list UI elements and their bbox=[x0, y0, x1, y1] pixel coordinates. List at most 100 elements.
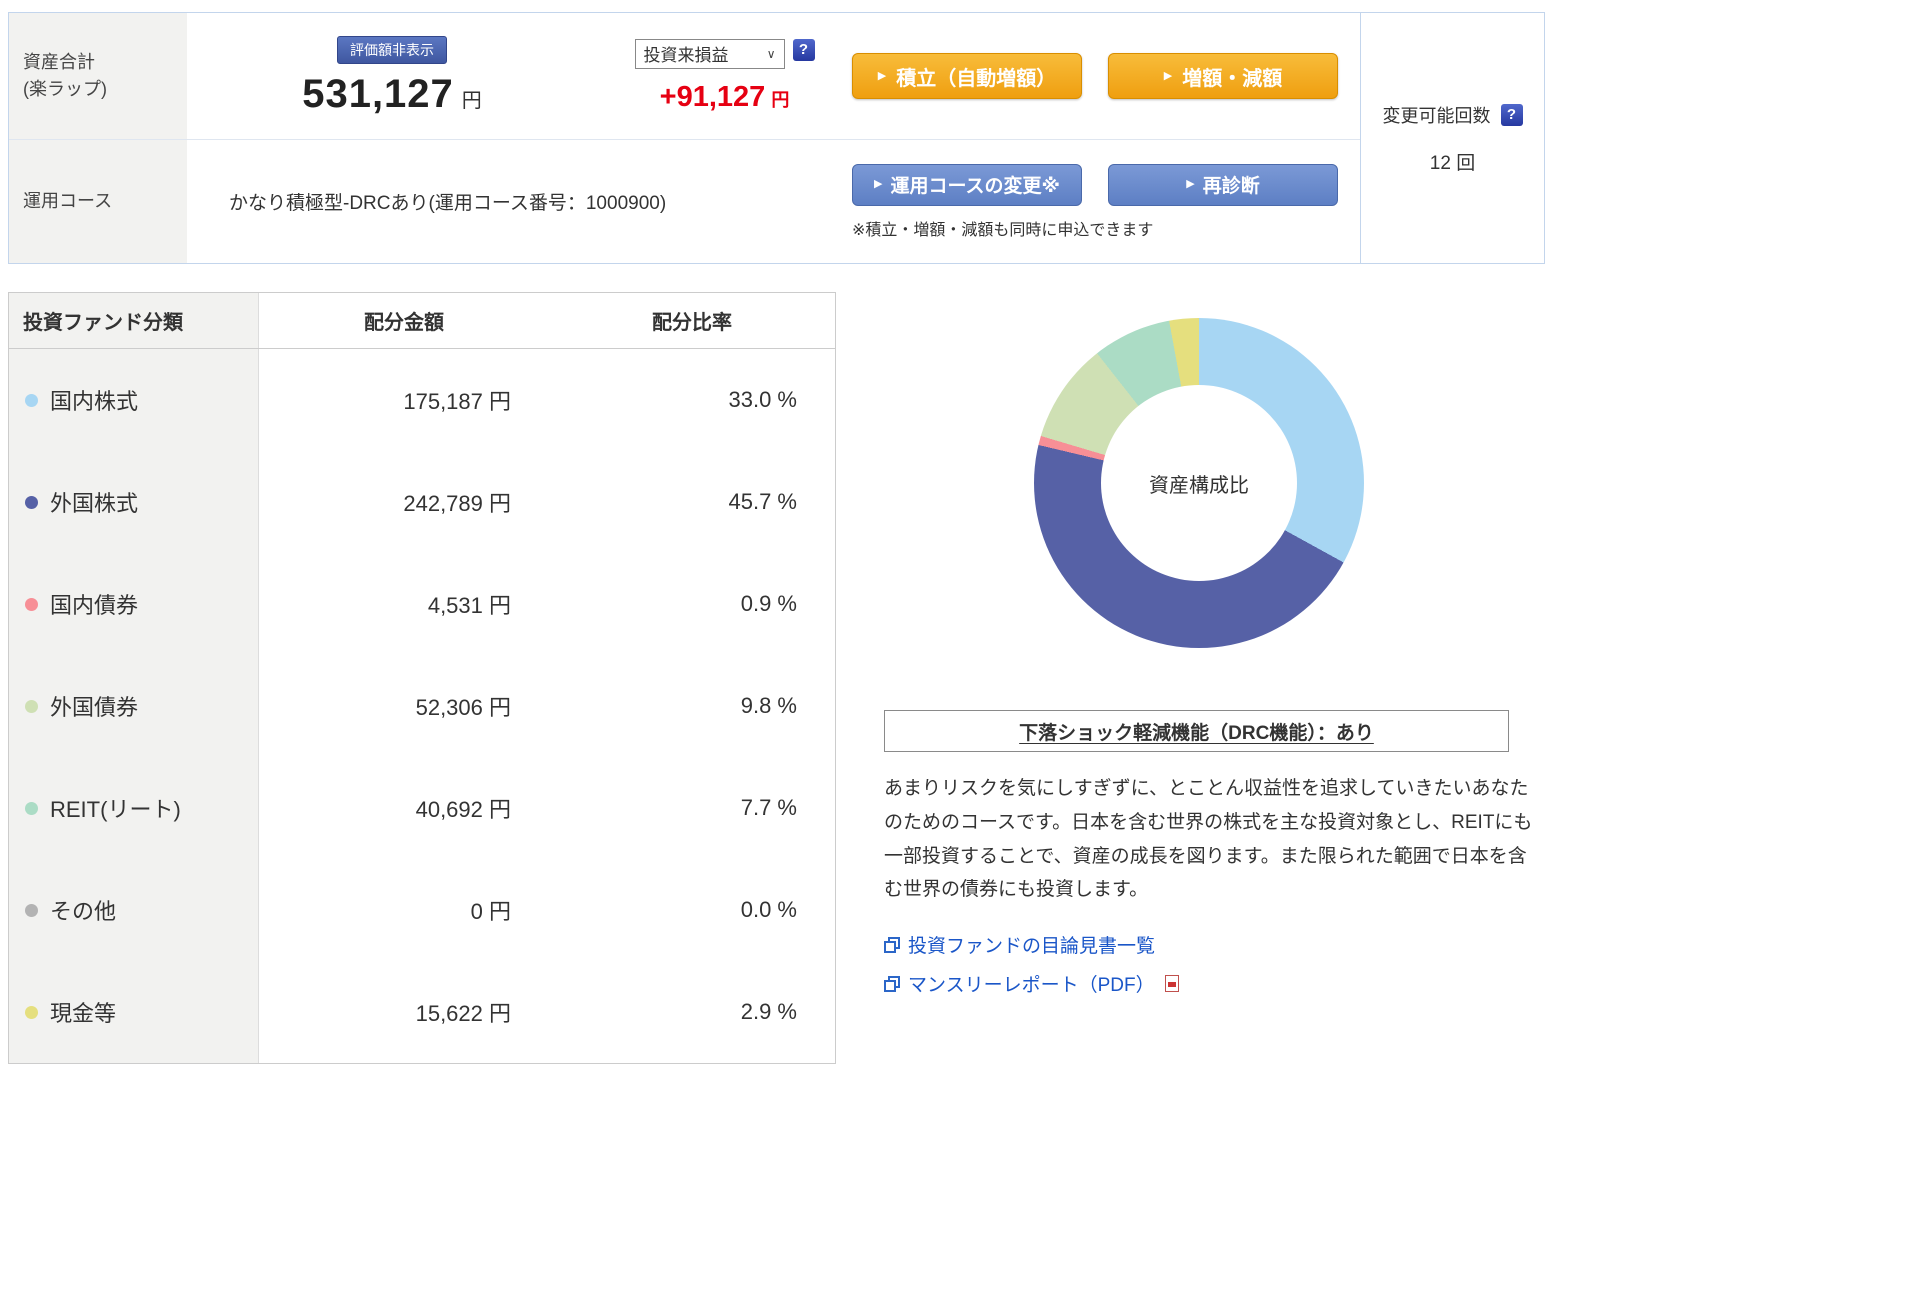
category-label: その他 bbox=[50, 894, 116, 926]
tsumitate-button-label: 積立（自動増額） bbox=[896, 62, 1056, 91]
category-label: 現金等 bbox=[50, 996, 116, 1028]
asset-total-row: 資産合計 (楽ラップ) 評価額非表示 531,127 円 bbox=[9, 13, 1360, 139]
amount-cell: 52,306 円 bbox=[259, 655, 549, 757]
category-color-dot bbox=[25, 904, 38, 917]
category-cell: その他 bbox=[9, 859, 259, 961]
asset-total-label-line1: 資産合計 bbox=[23, 49, 187, 76]
course-action-buttons: ▶ 運用コースの変更※ ▶ 再診断 bbox=[852, 164, 1338, 206]
category-cell: 現金等 bbox=[9, 961, 259, 1063]
monthly-report-link[interactable]: マンスリーレポート（PDF） bbox=[884, 970, 1179, 997]
course-change-button[interactable]: ▶ 運用コースの変更※ bbox=[852, 164, 1082, 206]
simultaneous-application-note: ※積立・増額・減額も同時に申込できます bbox=[852, 216, 1338, 240]
category-color-dot bbox=[25, 394, 38, 407]
category-color-dot bbox=[25, 1006, 38, 1019]
category-label: 外国株式 bbox=[50, 486, 138, 518]
asset-total-label-line2: (楽ラップ) bbox=[23, 76, 187, 103]
table-row: 外国債券 52,306 円 9.8 % bbox=[9, 655, 835, 757]
table-row: その他 0 円 0.0 % bbox=[9, 859, 835, 961]
external-link-icon bbox=[884, 937, 900, 953]
course-description: あまりリスクを気にしすぎずに、とことん収益性を追求していきたいあなたのためのコー… bbox=[884, 772, 1534, 907]
category-cell: 国内債券 bbox=[9, 553, 259, 655]
category-cell: 国内株式 bbox=[9, 349, 259, 451]
profit-period-select[interactable]: 投資来損益 ∨ bbox=[635, 39, 785, 69]
header-allocation-amount: 配分金額 bbox=[259, 293, 549, 348]
arrow-right-icon: ▶ bbox=[1164, 71, 1172, 82]
help-icon[interactable]: ? bbox=[793, 39, 815, 61]
amount-cell: 40,692 円 bbox=[259, 757, 549, 859]
asset-composition-donut-chart: 資産構成比 bbox=[1034, 318, 1364, 648]
rediagnosis-button-label: 再診断 bbox=[1203, 171, 1260, 198]
category-cell: 外国債券 bbox=[9, 655, 259, 757]
total-amount-value: 531,127 bbox=[302, 72, 454, 117]
chevron-down-icon: ∨ bbox=[767, 47, 776, 61]
course-content: かなり積極型-DRCあり(運用コース番号：1000900) ▶ 運用コースの変更… bbox=[187, 140, 1360, 263]
change-count-label-row: 変更可能回数 ? bbox=[1383, 102, 1523, 128]
ratio-cell: 9.8 % bbox=[549, 655, 835, 757]
hide-valuation-button[interactable]: 評価額非表示 bbox=[337, 36, 447, 64]
course-label-text: 運用コース bbox=[23, 188, 187, 215]
change-count-value: 12 回 bbox=[1430, 148, 1475, 175]
amount-cell: 4,531 円 bbox=[259, 553, 549, 655]
profit-block: 投資来損益 ∨ ? +91,127 円 bbox=[597, 39, 852, 114]
category-cell: REIT(リート) bbox=[9, 757, 259, 859]
ratio-cell: 2.9 % bbox=[549, 961, 835, 1063]
category-color-dot bbox=[25, 598, 38, 611]
drc-feature-box: 下落ショック軽減機能（DRC機能）：あり bbox=[884, 710, 1509, 752]
amount-cell: 242,789 円 bbox=[259, 451, 549, 553]
total-amount-block: 評価額非表示 531,127 円 bbox=[187, 36, 597, 117]
donut-center-label: 資産構成比 bbox=[1101, 385, 1297, 581]
category-color-dot bbox=[25, 700, 38, 713]
asset-total-label: 資産合計 (楽ラップ) bbox=[9, 13, 187, 139]
ratio-cell: 0.0 % bbox=[549, 859, 835, 961]
profit-select-row: 投資来損益 ∨ ? bbox=[635, 39, 815, 69]
table-row: 外国株式 242,789 円 45.7 % bbox=[9, 451, 835, 553]
help-icon[interactable]: ? bbox=[1501, 104, 1523, 126]
prospectus-list-link-label: 投資ファンドの目論見書一覧 bbox=[908, 931, 1155, 958]
prospectus-list-link[interactable]: 投資ファンドの目論見書一覧 bbox=[884, 931, 1155, 958]
zougaku-genngaku-button[interactable]: ▶ 増額・減額 bbox=[1108, 53, 1338, 99]
amount-cell: 175,187 円 bbox=[259, 349, 549, 451]
course-row: 運用コース かなり積極型-DRCあり(運用コース番号：1000900) ▶ 運用… bbox=[9, 139, 1360, 263]
header-fund-category: 投資ファンド分類 bbox=[9, 293, 259, 348]
table-row: 国内債券 4,531 円 0.9 % bbox=[9, 553, 835, 655]
table-row: REIT(リート) 40,692 円 7.7 % bbox=[9, 757, 835, 859]
category-cell: 外国株式 bbox=[9, 451, 259, 553]
category-color-dot bbox=[25, 802, 38, 815]
total-amount-line: 531,127 円 bbox=[302, 72, 482, 117]
header-allocation-ratio: 配分比率 bbox=[549, 293, 835, 348]
total-amount-unit: 円 bbox=[462, 84, 482, 113]
category-label: 外国債券 bbox=[50, 690, 138, 722]
category-label: REIT(リート) bbox=[50, 792, 181, 824]
change-count-panel: 変更可能回数 ? 12 回 bbox=[1360, 13, 1544, 263]
category-color-dot bbox=[25, 496, 38, 509]
category-label: 国内株式 bbox=[50, 384, 138, 416]
profit-period-selected-value: 投資来損益 bbox=[644, 41, 729, 66]
zougaku-button-label: 増額・減額 bbox=[1182, 62, 1282, 91]
monthly-report-link-label: マンスリーレポート（PDF） bbox=[908, 970, 1155, 997]
ratio-cell: 45.7 % bbox=[549, 451, 835, 553]
document-links: 投資ファンドの目論見書一覧 マンスリーレポート（PDF） bbox=[884, 931, 1546, 997]
amount-cell: 15,622 円 bbox=[259, 961, 549, 1063]
tsumitate-button[interactable]: ▶ 積立（自動増額） bbox=[852, 53, 1082, 99]
category-label: 国内債券 bbox=[50, 588, 138, 620]
course-action-column: ▶ 運用コースの変更※ ▶ 再診断 ※積立・増額・減額も同時に申込できます bbox=[852, 164, 1360, 240]
arrow-right-icon: ▶ bbox=[878, 71, 886, 82]
top-action-buttons: ▶ 積立（自動増額） ▶ 増額・減額 bbox=[852, 53, 1360, 99]
profit-amount-line: +91,127 円 bbox=[660, 81, 790, 114]
course-value: かなり積極型-DRCあり(運用コース番号：1000900) bbox=[229, 188, 666, 215]
arrow-right-icon: ▶ bbox=[1186, 179, 1194, 190]
table-row: 国内株式 175,187 円 33.0 % bbox=[9, 349, 835, 451]
course-info-column: 資産構成比 下落ショック軽減機能（DRC機能）：あり あまりリスクを気にしすぎず… bbox=[884, 292, 1546, 1064]
table-row: 現金等 15,622 円 2.9 % bbox=[9, 961, 835, 1063]
summary-main: 資産合計 (楽ラップ) 評価額非表示 531,127 円 bbox=[9, 13, 1360, 263]
rediagnosis-button[interactable]: ▶ 再診断 bbox=[1108, 164, 1338, 206]
asset-total-content: 評価額非表示 531,127 円 投資来損益 ∨ ? bbox=[187, 13, 1360, 139]
ratio-cell: 33.0 % bbox=[549, 349, 835, 451]
page-root: 資産合計 (楽ラップ) 評価額非表示 531,127 円 bbox=[0, 0, 1920, 1064]
course-change-button-label: 運用コースの変更※ bbox=[890, 171, 1060, 198]
allocation-section: 投資ファンド分類 配分金額 配分比率 国内株式 175,187 円 33.0 %… bbox=[8, 292, 1920, 1064]
profit-amount-unit: 円 bbox=[771, 86, 789, 112]
account-summary-panel: 資産合計 (楽ラップ) 評価額非表示 531,127 円 bbox=[8, 12, 1545, 264]
ratio-cell: 0.9 % bbox=[549, 553, 835, 655]
table-header-row: 投資ファンド分類 配分金額 配分比率 bbox=[9, 293, 835, 349]
